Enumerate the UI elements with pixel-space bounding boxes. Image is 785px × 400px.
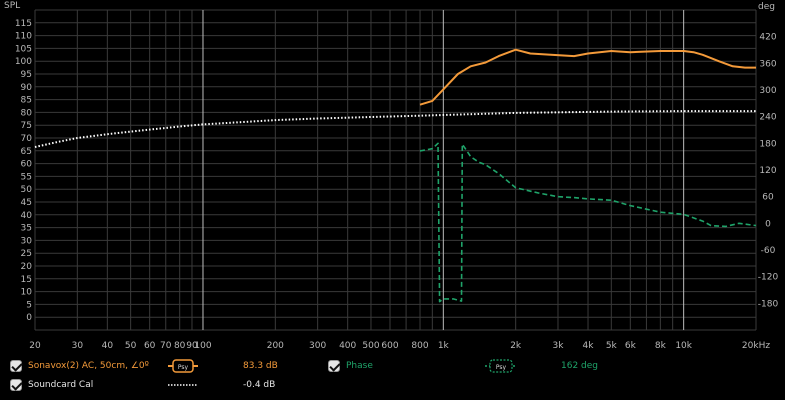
y-right-tick-label: -60 — [761, 246, 776, 256]
y-right-tick-label: 300 — [759, 86, 776, 96]
x-tick-label: 3k — [553, 341, 565, 351]
x-tick-label: 10k — [675, 341, 692, 351]
cal-series-name: Soundcard Cal — [28, 380, 94, 390]
y-right-tick-label: 180 — [759, 139, 776, 149]
y-left-tick-label: 110 — [15, 32, 32, 42]
y-left-tick-label: 10 — [21, 288, 33, 298]
y-left-tick-label: 80 — [21, 108, 33, 118]
phase-line-swatch[interactable]: Psy — [485, 358, 517, 374]
x-tick-label: 500 — [362, 341, 379, 351]
y-left-tick-label: 45 — [21, 198, 32, 208]
y-right-tick-label: 240 — [759, 113, 776, 123]
y-left-tick-label: 75 — [21, 121, 32, 131]
spl-cursor-value: 83.3 dB — [243, 361, 278, 371]
legend-panel: Sonavox(2) AC, 50cm, ∠0º Psy 83.3 dB Pha… — [0, 352, 785, 400]
y-left-tick-label: 90 — [21, 83, 33, 93]
legend-row-spl: Sonavox(2) AC, 50cm, ∠0º Psy 83.3 dB Pha… — [0, 357, 785, 375]
cal-line-swatch[interactable] — [168, 377, 198, 393]
phase-swatch-text: Psy — [496, 364, 507, 371]
x-tick-label: 200 — [267, 341, 284, 351]
x-tick-label: 60 — [144, 341, 156, 351]
y-left-tick-label: 85 — [21, 96, 32, 106]
x-tick-label: 8k — [655, 341, 667, 351]
y-left-tick-label: 70 — [21, 134, 33, 144]
spl-series-name: Sonavox(2) AC, 50cm, ∠0º — [28, 361, 149, 371]
y-left-tick-label: 100 — [15, 57, 32, 67]
y-right-tick-label: 120 — [759, 166, 776, 176]
y-left-tick-label: 60 — [21, 160, 33, 170]
y-left-tick-label: 50 — [21, 185, 33, 195]
y-right-tick-label: -180 — [758, 299, 779, 309]
y-right-tick-label: 0 — [765, 219, 771, 229]
x-tick-label: 600 — [381, 341, 398, 351]
y-right-axis-label: deg — [758, 2, 775, 12]
y-left-tick-label: 35 — [21, 224, 32, 234]
x-tick-label: 5k — [606, 341, 618, 351]
x-tick-label: 30 — [72, 341, 84, 351]
y-left-tick-label: 105 — [15, 44, 32, 54]
y-left-tick-label: 25 — [21, 249, 32, 259]
x-tick-label: 20 — [29, 341, 41, 351]
frequency-response-chart[interactable]: 20 30 40 50 60 70 80 90100 200 300 400 500 600 800 1k 2… — [0, 0, 785, 352]
x-tick-label: 70 — [160, 341, 172, 351]
spl-line-swatch[interactable]: Psy — [168, 358, 198, 374]
x-tick-label: 1k — [438, 341, 450, 351]
phase-cursor-value: 162 deg — [561, 361, 599, 371]
phase-visible-checkbox[interactable] — [328, 360, 340, 372]
y-left-tick-label: 0 — [26, 313, 32, 323]
y-left-tick-label: 5 — [26, 300, 32, 310]
y-left-tick-label: 95 — [21, 70, 32, 80]
x-tick-label: 2k — [510, 341, 522, 351]
y-left-tick-label: 30 — [21, 236, 33, 246]
plot-area — [35, 10, 756, 330]
y-left-tick-label: 15 — [21, 275, 32, 285]
y-left-tick-label: 115 — [15, 19, 32, 29]
x-tick-label: 300 — [309, 341, 326, 351]
y-left-tick-label: 20 — [21, 262, 33, 272]
x-tick-label: 4k — [583, 341, 595, 351]
x-tick-label: 20kHz — [742, 341, 770, 351]
x-tick-label: 400 — [339, 341, 356, 351]
x-tick-label: 40 — [102, 341, 114, 351]
y-left-tick-label: 65 — [21, 147, 32, 157]
y-left-tick-label: 55 — [21, 172, 32, 182]
y-left-tick-label: 40 — [21, 211, 33, 221]
cal-cursor-value: -0.4 dB — [243, 380, 276, 390]
spl-visible-checkbox[interactable] — [10, 360, 22, 372]
spl-swatch-text: Psy — [178, 364, 189, 371]
y-right-tick-label: 60 — [762, 193, 774, 203]
y-right-tick-label: 420 — [759, 33, 776, 43]
cal-visible-checkbox[interactable] — [10, 379, 22, 391]
x-tick-label: 100 — [194, 341, 211, 351]
x-tick-label: 80 — [174, 341, 186, 351]
x-tick-label: 50 — [125, 341, 137, 351]
phase-label: Phase — [346, 361, 373, 371]
legend-row-cal: Soundcard Cal -0.4 dB — [0, 376, 785, 394]
y-left-axis-label: SPL — [4, 1, 20, 11]
y-right-tick-label: -120 — [758, 273, 779, 283]
x-tick-label: 6k — [625, 341, 637, 351]
x-tick-label: 800 — [411, 341, 428, 351]
y-right-tick-label: 360 — [759, 59, 776, 69]
